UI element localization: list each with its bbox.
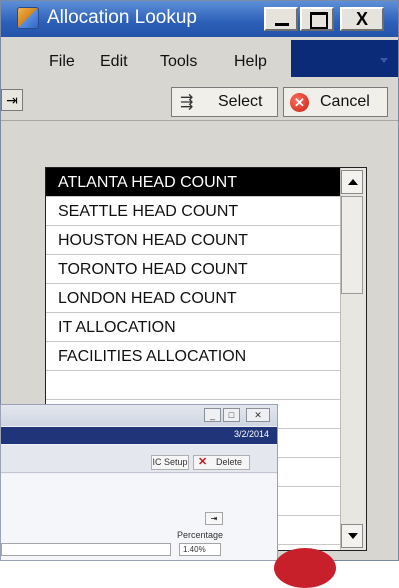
percentage-label: Percentage (177, 530, 224, 540)
list-item[interactable]: ATLANTA HEAD COUNT (46, 168, 342, 197)
bg-date: 3/2/2014 (233, 429, 269, 439)
list-item[interactable]: LONDON HEAD COUNT (46, 284, 342, 313)
maximize-icon (310, 12, 328, 29)
cancel-label: Cancel (320, 93, 370, 110)
arrow-up-icon (348, 179, 358, 185)
select-arrow-icon: ⇶ (180, 94, 194, 111)
menu-tools[interactable]: Tools (160, 53, 197, 71)
list-item[interactable]: IT ALLOCATION (46, 313, 342, 342)
list-item[interactable] (46, 371, 342, 400)
bg-close-button[interactable]: ✕ (246, 408, 270, 422)
arrow-down-icon (348, 533, 358, 539)
select-label: Select (218, 93, 263, 110)
list-item[interactable]: HOUSTON HEAD COUNT (46, 226, 342, 255)
pin-button[interactable]: ⇥ (1, 89, 23, 111)
list-item[interactable]: TORONTO HEAD COUNT (46, 255, 342, 284)
red-decoration (274, 548, 336, 588)
menu-help[interactable]: Help (234, 53, 267, 71)
bg-minimize-button[interactable]: _ (204, 408, 221, 422)
background-window: _ □ ✕ 3/2/2014 IC Setup ✕ Delete ⇥ Perce… (0, 404, 278, 561)
window-title: Allocation Lookup (47, 7, 197, 28)
minimize-button[interactable] (264, 7, 298, 31)
menu-edit[interactable]: Edit (100, 53, 128, 71)
chevron-down-icon (380, 58, 388, 63)
cancel-button[interactable]: ✕ Cancel (283, 87, 388, 117)
bg-maximize-button[interactable]: □ (223, 408, 240, 422)
bg-expand-button[interactable]: ⇥ (205, 512, 223, 525)
minimize-icon (275, 23, 289, 26)
cancel-x-icon: ✕ (290, 93, 309, 112)
delete-label: Delete (216, 457, 243, 467)
menu-file[interactable]: File (49, 53, 75, 71)
ic-setup-button[interactable]: IC Setup (151, 455, 189, 470)
scroll-thumb[interactable] (341, 196, 363, 294)
delete-button[interactable]: ✕ Delete (193, 455, 250, 470)
percentage-field[interactable]: 1.40% (179, 543, 221, 556)
app-icon (17, 7, 39, 29)
list-item[interactable]: SEATTLE HEAD COUNT (46, 197, 342, 226)
scroll-up-button[interactable] (341, 170, 363, 194)
list-item[interactable]: FACILITIES ALLOCATION (46, 342, 342, 371)
scroll-down-button[interactable] (341, 524, 363, 548)
menu-dropdown-area[interactable] (291, 40, 398, 77)
bg-text-field[interactable] (1, 543, 171, 556)
close-button[interactable]: X (340, 7, 384, 31)
bg-header-strip: 3/2/2014 (1, 427, 277, 444)
delete-x-icon: ✕ (198, 456, 208, 468)
maximize-button[interactable] (300, 7, 334, 31)
select-button[interactable]: ⇶ Select (171, 87, 278, 117)
pin-arrow-icon: ⇥ (6, 92, 18, 108)
